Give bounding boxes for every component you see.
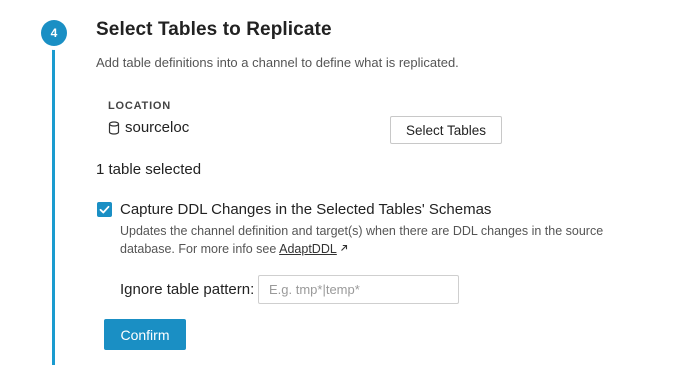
checkmark-icon: [99, 205, 110, 214]
step-title: Select Tables to Replicate: [96, 19, 332, 40]
adaptddl-link[interactable]: AdaptDDL: [279, 242, 349, 256]
adaptddl-link-text[interactable]: AdaptDDL: [279, 242, 337, 256]
ignore-pattern-input[interactable]: [258, 275, 459, 304]
step-subtitle: Add table definitions into a channel to …: [96, 55, 459, 70]
ignore-pattern-label: Ignore table pattern:: [120, 281, 255, 298]
capture-ddl-checkbox[interactable]: [97, 202, 112, 217]
location-label: LOCATION: [108, 100, 172, 112]
step-progress-rail: [52, 44, 55, 365]
capture-ddl-label[interactable]: Capture DDL Changes in the Selected Tabl…: [120, 201, 491, 218]
location-name: sourceloc: [125, 119, 190, 136]
select-tables-button[interactable]: Select Tables: [390, 116, 502, 144]
capture-ddl-description-text: Updates the channel definition and targe…: [120, 224, 604, 256]
database-icon: [108, 120, 120, 135]
confirm-button[interactable]: Confirm: [104, 319, 186, 350]
location-row: sourceloc: [108, 119, 189, 136]
step-number-badge: 4: [41, 20, 67, 46]
selected-table-count: 1 table selected: [96, 161, 202, 178]
capture-ddl-description: Updates the channel definition and targe…: [120, 223, 640, 258]
external-link-icon: [340, 244, 347, 251]
